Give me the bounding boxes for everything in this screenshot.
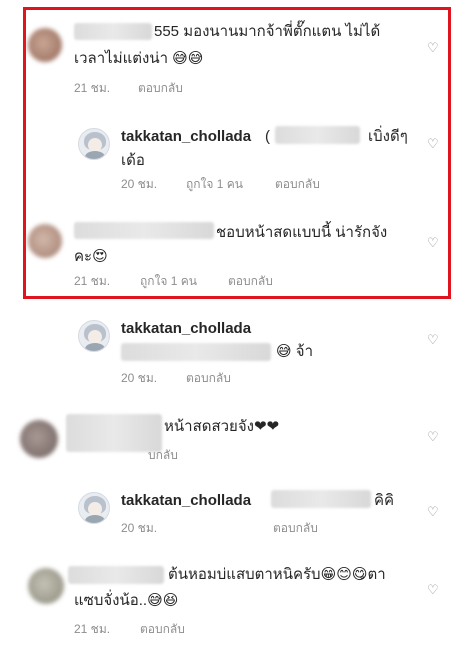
avatar[interactable] bbox=[78, 128, 110, 160]
avatar[interactable] bbox=[28, 224, 62, 258]
reply-button[interactable]: ตอบกลับ bbox=[273, 520, 318, 536]
avatar-face bbox=[88, 502, 102, 516]
comment-time: 21 ชม. bbox=[74, 622, 111, 636]
comment-text-cont: เวลาไม่แต่งน่า 😅😅 bbox=[74, 50, 204, 67]
heart-outline-icon[interactable]: ♡ bbox=[427, 504, 443, 520]
comment-text: หน้าสดสวยจัง❤❤ bbox=[164, 418, 280, 435]
comment-text: 555 มองนานมากจ้าพี่ตั๊กแตน ไม่ได้ bbox=[154, 23, 381, 40]
blurred-mention bbox=[271, 490, 371, 508]
comment-text: ชอบหน้าสดแบบนี้ น่ารักจัง bbox=[216, 224, 388, 241]
comment-text: 😅 จ้า bbox=[276, 343, 314, 360]
heart-outline-icon[interactable]: ♡ bbox=[427, 235, 443, 251]
reply-button[interactable]: ตอบกลับ bbox=[228, 273, 273, 289]
comment-time: 20 ชม. bbox=[121, 177, 158, 191]
username[interactable]: takkatan_chollada bbox=[121, 490, 251, 511]
heart-outline-icon[interactable]: ♡ bbox=[427, 136, 443, 152]
avatar[interactable] bbox=[78, 492, 110, 524]
comment-time: 21 ชม. bbox=[74, 274, 111, 288]
reply-button[interactable]: ตอบกลับ bbox=[275, 176, 320, 192]
comment-time: 20 ชม. bbox=[121, 371, 158, 385]
reply-button[interactable]: ตอบกลับ bbox=[186, 370, 231, 386]
heart-outline-icon[interactable]: ♡ bbox=[427, 40, 443, 56]
reply-button[interactable]: ตอบกลับ bbox=[138, 80, 183, 96]
avatar[interactable] bbox=[28, 568, 64, 604]
username[interactable]: takkatan_chollada bbox=[121, 318, 251, 339]
comment-text-cont: เด้อ bbox=[121, 152, 145, 169]
comment-text: ต้นหอมบ่แสบตาหนิครับ😁😊😋ตา bbox=[168, 566, 386, 583]
avatar-body bbox=[85, 151, 105, 159]
avatar-face bbox=[88, 138, 102, 152]
blurred-username bbox=[68, 566, 164, 584]
avatar[interactable] bbox=[20, 420, 58, 458]
blurred-username bbox=[74, 222, 214, 239]
comment-text: เบิ่งดีๆ bbox=[368, 128, 408, 145]
comment-time: 20 ชม. bbox=[121, 521, 158, 535]
mention-paren: ( bbox=[265, 128, 270, 145]
reply-button[interactable]: บกลับ bbox=[148, 447, 178, 463]
likes-count[interactable]: ถูกใจ 1 คน bbox=[140, 273, 197, 289]
blurred-username bbox=[74, 23, 152, 40]
comment-time: 21 ชม. bbox=[74, 81, 111, 95]
avatar-body bbox=[85, 515, 105, 523]
heart-outline-icon[interactable]: ♡ bbox=[427, 332, 443, 348]
blurred-mention bbox=[275, 126, 360, 144]
avatar[interactable] bbox=[28, 28, 62, 62]
reply-button[interactable]: ตอบกลับ bbox=[140, 621, 185, 637]
heart-outline-icon[interactable]: ♡ bbox=[427, 582, 443, 598]
comment-text: คิคิ bbox=[374, 492, 395, 509]
avatar-face bbox=[88, 330, 102, 344]
comment-text-cont: แซบจั่งน้อ..😅😆 bbox=[74, 592, 179, 609]
username[interactable]: takkatan_chollada bbox=[121, 126, 251, 147]
heart-outline-icon[interactable]: ♡ bbox=[427, 429, 443, 445]
comment-text-cont: คะ😍 bbox=[74, 248, 108, 265]
blurred-mention bbox=[121, 343, 271, 361]
avatar-body bbox=[85, 343, 105, 351]
likes-count[interactable]: ถูกใจ 1 คน bbox=[186, 176, 243, 192]
avatar[interactable] bbox=[78, 320, 110, 352]
